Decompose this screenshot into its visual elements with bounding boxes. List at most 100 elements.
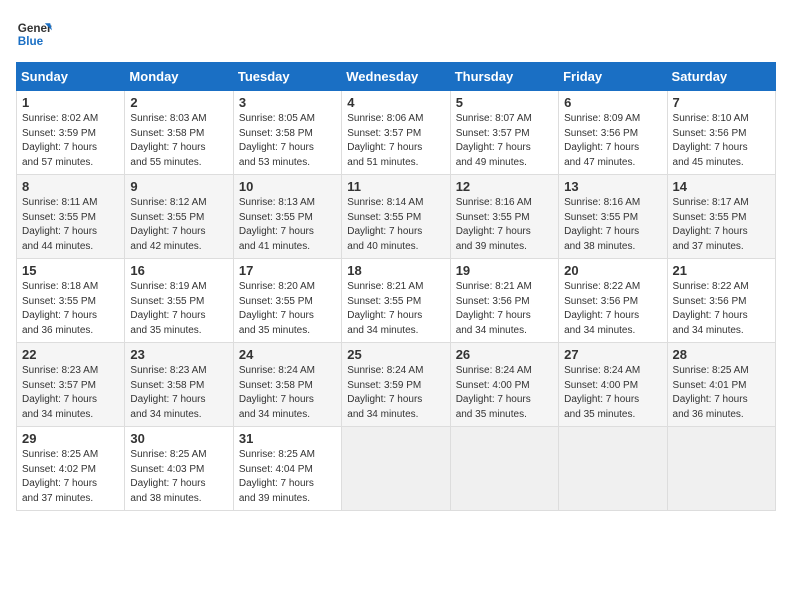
cell-details: Sunrise: 8:07 AMSunset: 3:57 PMDaylight:… xyxy=(456,113,532,168)
cell-details: Sunrise: 8:25 AMSunset: 4:04 PMDaylight:… xyxy=(239,449,315,504)
day-number: 5 xyxy=(456,95,553,110)
cell-details: Sunrise: 8:25 AMSunset: 4:02 PMDaylight:… xyxy=(22,449,98,504)
calendar-cell: 3 Sunrise: 8:05 AMSunset: 3:58 PMDayligh… xyxy=(233,91,341,175)
cell-details: Sunrise: 8:21 AMSunset: 3:56 PMDaylight:… xyxy=(456,281,532,336)
day-number: 1 xyxy=(22,95,119,110)
cell-details: Sunrise: 8:21 AMSunset: 3:55 PMDaylight:… xyxy=(347,281,423,336)
calendar-cell xyxy=(450,427,558,511)
calendar-cell: 19 Sunrise: 8:21 AMSunset: 3:56 PMDaylig… xyxy=(450,259,558,343)
calendar-cell: 25 Sunrise: 8:24 AMSunset: 3:59 PMDaylig… xyxy=(342,343,450,427)
cell-details: Sunrise: 8:24 AMSunset: 4:00 PMDaylight:… xyxy=(564,365,640,420)
day-number: 28 xyxy=(673,347,770,362)
calendar-cell: 12 Sunrise: 8:16 AMSunset: 3:55 PMDaylig… xyxy=(450,175,558,259)
calendar-cell: 18 Sunrise: 8:21 AMSunset: 3:55 PMDaylig… xyxy=(342,259,450,343)
calendar-cell: 21 Sunrise: 8:22 AMSunset: 3:56 PMDaylig… xyxy=(667,259,775,343)
day-number: 30 xyxy=(130,431,227,446)
cell-details: Sunrise: 8:23 AMSunset: 3:57 PMDaylight:… xyxy=(22,365,98,420)
day-number: 8 xyxy=(22,179,119,194)
calendar-cell: 9 Sunrise: 8:12 AMSunset: 3:55 PMDayligh… xyxy=(125,175,233,259)
day-number: 11 xyxy=(347,179,444,194)
calendar-week-1: 1 Sunrise: 8:02 AMSunset: 3:59 PMDayligh… xyxy=(17,91,776,175)
calendar-cell xyxy=(342,427,450,511)
calendar-cell: 24 Sunrise: 8:24 AMSunset: 3:58 PMDaylig… xyxy=(233,343,341,427)
day-number: 16 xyxy=(130,263,227,278)
cell-details: Sunrise: 8:05 AMSunset: 3:58 PMDaylight:… xyxy=(239,113,315,168)
day-number: 10 xyxy=(239,179,336,194)
calendar-cell: 10 Sunrise: 8:13 AMSunset: 3:55 PMDaylig… xyxy=(233,175,341,259)
calendar-week-4: 22 Sunrise: 8:23 AMSunset: 3:57 PMDaylig… xyxy=(17,343,776,427)
cell-details: Sunrise: 8:25 AMSunset: 4:01 PMDaylight:… xyxy=(673,365,749,420)
cell-details: Sunrise: 8:02 AMSunset: 3:59 PMDaylight:… xyxy=(22,113,98,168)
cell-details: Sunrise: 8:16 AMSunset: 3:55 PMDaylight:… xyxy=(456,197,532,252)
calendar-cell: 4 Sunrise: 8:06 AMSunset: 3:57 PMDayligh… xyxy=(342,91,450,175)
cell-details: Sunrise: 8:23 AMSunset: 3:58 PMDaylight:… xyxy=(130,365,206,420)
calendar-cell xyxy=(559,427,667,511)
calendar-body: 1 Sunrise: 8:02 AMSunset: 3:59 PMDayligh… xyxy=(17,91,776,511)
day-header-saturday: Saturday xyxy=(667,63,775,91)
day-header-wednesday: Wednesday xyxy=(342,63,450,91)
day-number: 21 xyxy=(673,263,770,278)
day-number: 7 xyxy=(673,95,770,110)
day-number: 22 xyxy=(22,347,119,362)
cell-details: Sunrise: 8:20 AMSunset: 3:55 PMDaylight:… xyxy=(239,281,315,336)
calendar-cell: 1 Sunrise: 8:02 AMSunset: 3:59 PMDayligh… xyxy=(17,91,125,175)
calendar-cell: 2 Sunrise: 8:03 AMSunset: 3:58 PMDayligh… xyxy=(125,91,233,175)
cell-details: Sunrise: 8:17 AMSunset: 3:55 PMDaylight:… xyxy=(673,197,749,252)
day-number: 2 xyxy=(130,95,227,110)
calendar-week-2: 8 Sunrise: 8:11 AMSunset: 3:55 PMDayligh… xyxy=(17,175,776,259)
cell-details: Sunrise: 8:09 AMSunset: 3:56 PMDaylight:… xyxy=(564,113,640,168)
day-header-monday: Monday xyxy=(125,63,233,91)
day-number: 26 xyxy=(456,347,553,362)
day-number: 13 xyxy=(564,179,661,194)
logo-icon: General Blue xyxy=(16,16,52,52)
day-header-friday: Friday xyxy=(559,63,667,91)
calendar-cell: 8 Sunrise: 8:11 AMSunset: 3:55 PMDayligh… xyxy=(17,175,125,259)
cell-details: Sunrise: 8:22 AMSunset: 3:56 PMDaylight:… xyxy=(673,281,749,336)
calendar-cell: 14 Sunrise: 8:17 AMSunset: 3:55 PMDaylig… xyxy=(667,175,775,259)
calendar-cell: 13 Sunrise: 8:16 AMSunset: 3:55 PMDaylig… xyxy=(559,175,667,259)
cell-details: Sunrise: 8:24 AMSunset: 3:58 PMDaylight:… xyxy=(239,365,315,420)
day-number: 31 xyxy=(239,431,336,446)
day-number: 15 xyxy=(22,263,119,278)
day-number: 24 xyxy=(239,347,336,362)
cell-details: Sunrise: 8:25 AMSunset: 4:03 PMDaylight:… xyxy=(130,449,206,504)
day-number: 23 xyxy=(130,347,227,362)
day-number: 12 xyxy=(456,179,553,194)
cell-details: Sunrise: 8:22 AMSunset: 3:56 PMDaylight:… xyxy=(564,281,640,336)
day-number: 25 xyxy=(347,347,444,362)
day-number: 9 xyxy=(130,179,227,194)
calendar-cell: 20 Sunrise: 8:22 AMSunset: 3:56 PMDaylig… xyxy=(559,259,667,343)
calendar-cell: 28 Sunrise: 8:25 AMSunset: 4:01 PMDaylig… xyxy=(667,343,775,427)
cell-details: Sunrise: 8:16 AMSunset: 3:55 PMDaylight:… xyxy=(564,197,640,252)
day-number: 18 xyxy=(347,263,444,278)
day-number: 3 xyxy=(239,95,336,110)
cell-details: Sunrise: 8:19 AMSunset: 3:55 PMDaylight:… xyxy=(130,281,206,336)
calendar-cell: 11 Sunrise: 8:14 AMSunset: 3:55 PMDaylig… xyxy=(342,175,450,259)
day-number: 14 xyxy=(673,179,770,194)
cell-details: Sunrise: 8:18 AMSunset: 3:55 PMDaylight:… xyxy=(22,281,98,336)
calendar-table: SundayMondayTuesdayWednesdayThursdayFrid… xyxy=(16,62,776,511)
day-header-tuesday: Tuesday xyxy=(233,63,341,91)
logo: General Blue xyxy=(16,16,52,52)
svg-text:Blue: Blue xyxy=(18,35,44,48)
calendar-cell: 5 Sunrise: 8:07 AMSunset: 3:57 PMDayligh… xyxy=(450,91,558,175)
calendar-cell: 7 Sunrise: 8:10 AMSunset: 3:56 PMDayligh… xyxy=(667,91,775,175)
cell-details: Sunrise: 8:11 AMSunset: 3:55 PMDaylight:… xyxy=(22,197,97,252)
cell-details: Sunrise: 8:03 AMSunset: 3:58 PMDaylight:… xyxy=(130,113,206,168)
cell-details: Sunrise: 8:24 AMSunset: 4:00 PMDaylight:… xyxy=(456,365,532,420)
cell-details: Sunrise: 8:13 AMSunset: 3:55 PMDaylight:… xyxy=(239,197,315,252)
cell-details: Sunrise: 8:24 AMSunset: 3:59 PMDaylight:… xyxy=(347,365,423,420)
calendar-cell: 30 Sunrise: 8:25 AMSunset: 4:03 PMDaylig… xyxy=(125,427,233,511)
cell-details: Sunrise: 8:12 AMSunset: 3:55 PMDaylight:… xyxy=(130,197,206,252)
day-number: 4 xyxy=(347,95,444,110)
cell-details: Sunrise: 8:14 AMSunset: 3:55 PMDaylight:… xyxy=(347,197,423,252)
day-number: 27 xyxy=(564,347,661,362)
calendar-cell: 15 Sunrise: 8:18 AMSunset: 3:55 PMDaylig… xyxy=(17,259,125,343)
day-header-thursday: Thursday xyxy=(450,63,558,91)
calendar-cell: 16 Sunrise: 8:19 AMSunset: 3:55 PMDaylig… xyxy=(125,259,233,343)
day-number: 20 xyxy=(564,263,661,278)
calendar-week-3: 15 Sunrise: 8:18 AMSunset: 3:55 PMDaylig… xyxy=(17,259,776,343)
calendar-cell: 29 Sunrise: 8:25 AMSunset: 4:02 PMDaylig… xyxy=(17,427,125,511)
calendar-cell xyxy=(667,427,775,511)
day-number: 6 xyxy=(564,95,661,110)
